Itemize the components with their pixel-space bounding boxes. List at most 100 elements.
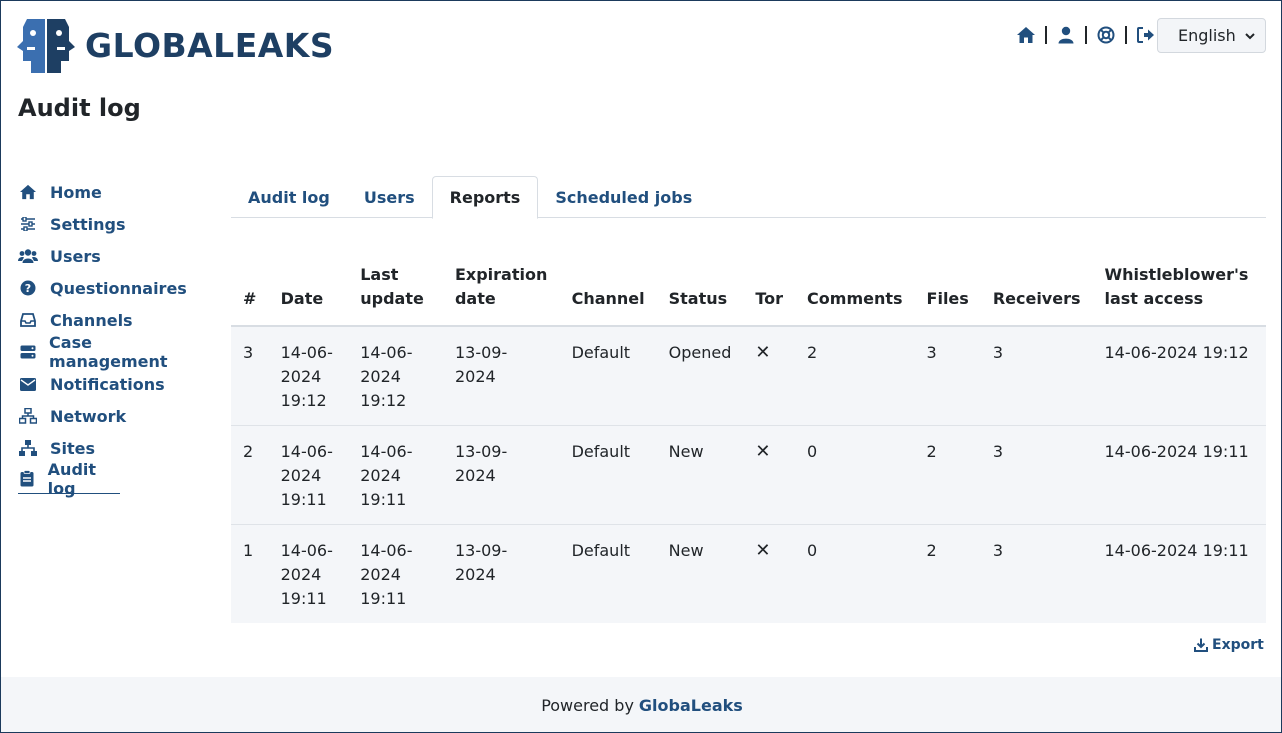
lifebuoy-icon[interactable] (1095, 25, 1117, 45)
export-button[interactable]: Export (1194, 637, 1264, 653)
cell-expiration: 13-09-2024 (454, 541, 508, 584)
cell-date: 14-06-2024 19:12 (268, 326, 349, 426)
sidebar-item-home[interactable]: Home (18, 176, 208, 208)
user-icon[interactable] (1055, 25, 1077, 45)
cell-receivers: 3 (992, 541, 1003, 560)
cell-files: 3 (914, 326, 981, 426)
sliders-icon (18, 215, 38, 233)
col-header-date[interactable]: Date (268, 259, 349, 327)
globaleaks-faces-logo (17, 19, 75, 73)
cell-status: Opened (656, 326, 744, 426)
col-header-tor[interactable]: Tor (743, 259, 796, 327)
chevron-down-icon (1245, 33, 1255, 40)
cell-tor-x-icon: ✕ (743, 425, 796, 525)
col-header-status[interactable]: Status (656, 259, 744, 327)
cell-status: New (668, 541, 704, 560)
sidebar-item-label: Notifications (50, 374, 165, 394)
sidebar-item-label: Settings (50, 214, 126, 234)
cell-expiration: 13-09-2024 (442, 326, 560, 426)
home-icon (18, 183, 38, 201)
table-row[interactable]: 2 14-06-2024 19:11 14-06-2024 19:11 13-0… (231, 425, 1266, 525)
question-circle-icon: ? (18, 279, 38, 297)
sidebar-item-notifications[interactable]: Notifications (18, 368, 208, 400)
footer-globaleaks-link[interactable]: GlobaLeaks (639, 696, 743, 715)
table-row[interactable]: 1 14-06-2024 19:11 14-06-2024 19:11 13-0… (231, 524, 1266, 623)
sidebar-item-label: Case management (49, 333, 168, 371)
col-header-comments[interactable]: Comments (795, 259, 915, 327)
cell-num: 1 (243, 541, 254, 560)
sidebar-item-users[interactable]: Users (18, 240, 208, 272)
cell-num: 2 (231, 425, 269, 525)
cell-expiration: 13-09-2024 (442, 425, 560, 525)
cell-channel: Default (559, 326, 657, 426)
tab-audit-log[interactable]: Audit log (231, 176, 347, 218)
col-header-expiration-date[interactable]: Expiration date (442, 259, 560, 327)
clipboard-icon (18, 470, 36, 488)
language-select[interactable]: English (1157, 18, 1266, 53)
col-header-receivers[interactable]: Receivers (980, 259, 1093, 327)
cell-date: 14-06-2024 19:11 (268, 425, 349, 525)
page-title: Audit log (18, 94, 141, 122)
col-header-files[interactable]: Files (914, 259, 981, 327)
export-label: Export (1212, 637, 1264, 653)
divider (1045, 26, 1047, 44)
cell-tor-x-icon: ✕ (755, 540, 771, 561)
cell-status: New (656, 425, 744, 525)
download-icon (1194, 638, 1208, 652)
cell-tor-x-icon: ✕ (743, 326, 796, 426)
sidebar-item-label: Questionnaires (50, 278, 187, 298)
sidebar-item-label: Home (50, 182, 102, 202)
svg-text:?: ? (25, 282, 31, 295)
cell-last-update: 14-06-2024 19:11 (348, 425, 443, 525)
inbox-icon (18, 311, 38, 329)
col-header-num[interactable]: # (231, 259, 269, 327)
sidebar-item-label: Channels (50, 310, 133, 330)
cell-date: 14-06-2024 19:11 (280, 541, 333, 608)
cell-comments: 0 (795, 425, 915, 525)
tab-reports[interactable]: Reports (431, 176, 539, 219)
cell-files: 2 (914, 425, 981, 525)
cell-wb-access: 14-06-2024 19:11 (1092, 425, 1266, 525)
cell-last-update: 14-06-2024 19:11 (360, 541, 413, 608)
cell-last-update: 14-06-2024 19:12 (348, 326, 443, 426)
col-header-last-update[interactable]: Last update (348, 259, 443, 327)
home-icon[interactable] (1015, 25, 1037, 45)
col-header-whistleblower-last-access[interactable]: Whistleblower's last access (1092, 259, 1266, 327)
brand-name: GLOBALEAKS (85, 26, 335, 65)
tab-bar: Audit log Users Reports Scheduled jobs (231, 176, 1266, 219)
language-value: English (1178, 26, 1236, 45)
cell-comments: 2 (795, 326, 915, 426)
sidebar-item-channels[interactable]: Channels (18, 304, 208, 336)
cell-channel: Default (559, 425, 657, 525)
cell-receivers: 3 (980, 326, 1093, 426)
footer: Powered by GlobaLeaks (1, 677, 1281, 732)
reports-table: # Date Last update Expiration date Chann… (231, 259, 1266, 623)
app-window: GLOBALEAKS English Audit log Home Settin… (0, 0, 1282, 733)
sitemap-icon (18, 439, 38, 457)
cell-files: 2 (926, 541, 937, 560)
server-icon (18, 343, 37, 361)
table-row[interactable]: 3 14-06-2024 19:12 14-06-2024 19:12 13-0… (231, 326, 1266, 426)
sidebar-item-label: Audit log (47, 459, 97, 498)
cell-wb-access: 14-06-2024 19:12 (1092, 326, 1266, 426)
sidebar-item-settings[interactable]: Settings (18, 208, 208, 240)
cell-num: 3 (231, 326, 269, 426)
sidebar: Home Settings Users ? Questionnaires Cha… (18, 176, 208, 498)
tab-users[interactable]: Users (347, 176, 432, 218)
divider (1085, 26, 1087, 44)
sidebar-item-questionnaires[interactable]: ? Questionnaires (18, 272, 208, 304)
footer-text: Powered by (541, 696, 634, 715)
tab-scheduled-jobs[interactable]: Scheduled jobs (538, 176, 709, 218)
envelope-icon (18, 375, 38, 393)
network-icon (18, 407, 38, 425)
logout-icon[interactable] (1135, 25, 1157, 45)
logo[interactable]: GLOBALEAKS (17, 17, 334, 74)
sidebar-item-case-management[interactable]: Case management (18, 333, 208, 371)
top-nav (1015, 25, 1157, 45)
sidebar-item-network[interactable]: Network (18, 400, 208, 432)
cell-wb-access: 14-06-2024 19:11 (1104, 541, 1249, 560)
col-header-channel[interactable]: Channel (559, 259, 657, 327)
sidebar-item-audit-log[interactable]: Audit log (18, 460, 120, 498)
users-icon (18, 247, 38, 265)
sidebar-item-label: Network (50, 406, 127, 426)
